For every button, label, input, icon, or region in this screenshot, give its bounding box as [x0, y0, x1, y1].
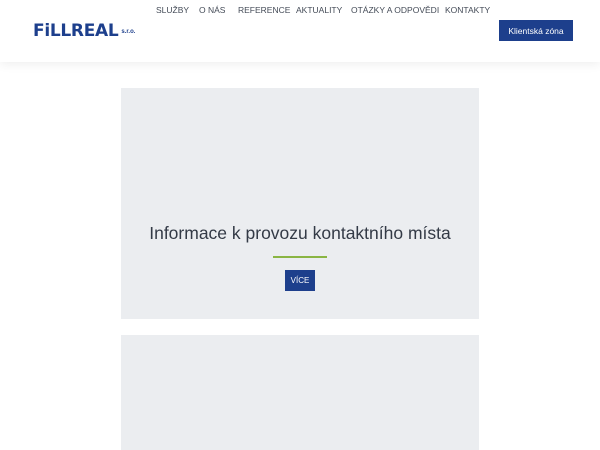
company-logo[interactable]: FiLLREAL s.r.o.: [33, 22, 135, 40]
nav-item-sluzby[interactable]: SLUŽBY: [156, 5, 189, 15]
hero-divider: [273, 256, 327, 258]
nav-item-aktuality[interactable]: AKTUALITY: [296, 5, 342, 15]
logo-wordmark: FiLLREAL: [33, 21, 119, 41]
nav-item-reference[interactable]: REFERENCE: [238, 5, 290, 15]
site-header: FiLLREAL s.r.o. SLUŽBY O NÁS REFERENCE A…: [0, 0, 600, 62]
more-button[interactable]: VÍCE: [285, 270, 315, 291]
nav-item-o-nas[interactable]: O NÁS: [199, 5, 225, 15]
nav-item-kontakty[interactable]: KONTAKTY: [445, 5, 490, 15]
hero-title: Informace k provozu kontaktního místa: [149, 223, 451, 243]
logo-suffix: s.r.o.: [121, 29, 136, 35]
nav-item-otazky-a-odpovedi[interactable]: OTÁZKY A ODPOVĚDI: [351, 5, 439, 15]
client-zone-button[interactable]: Klientská zóna: [499, 20, 573, 41]
secondary-panel: [121, 335, 479, 450]
hero-panel: Informace k provozu kontaktního místa VÍ…: [121, 88, 479, 319]
